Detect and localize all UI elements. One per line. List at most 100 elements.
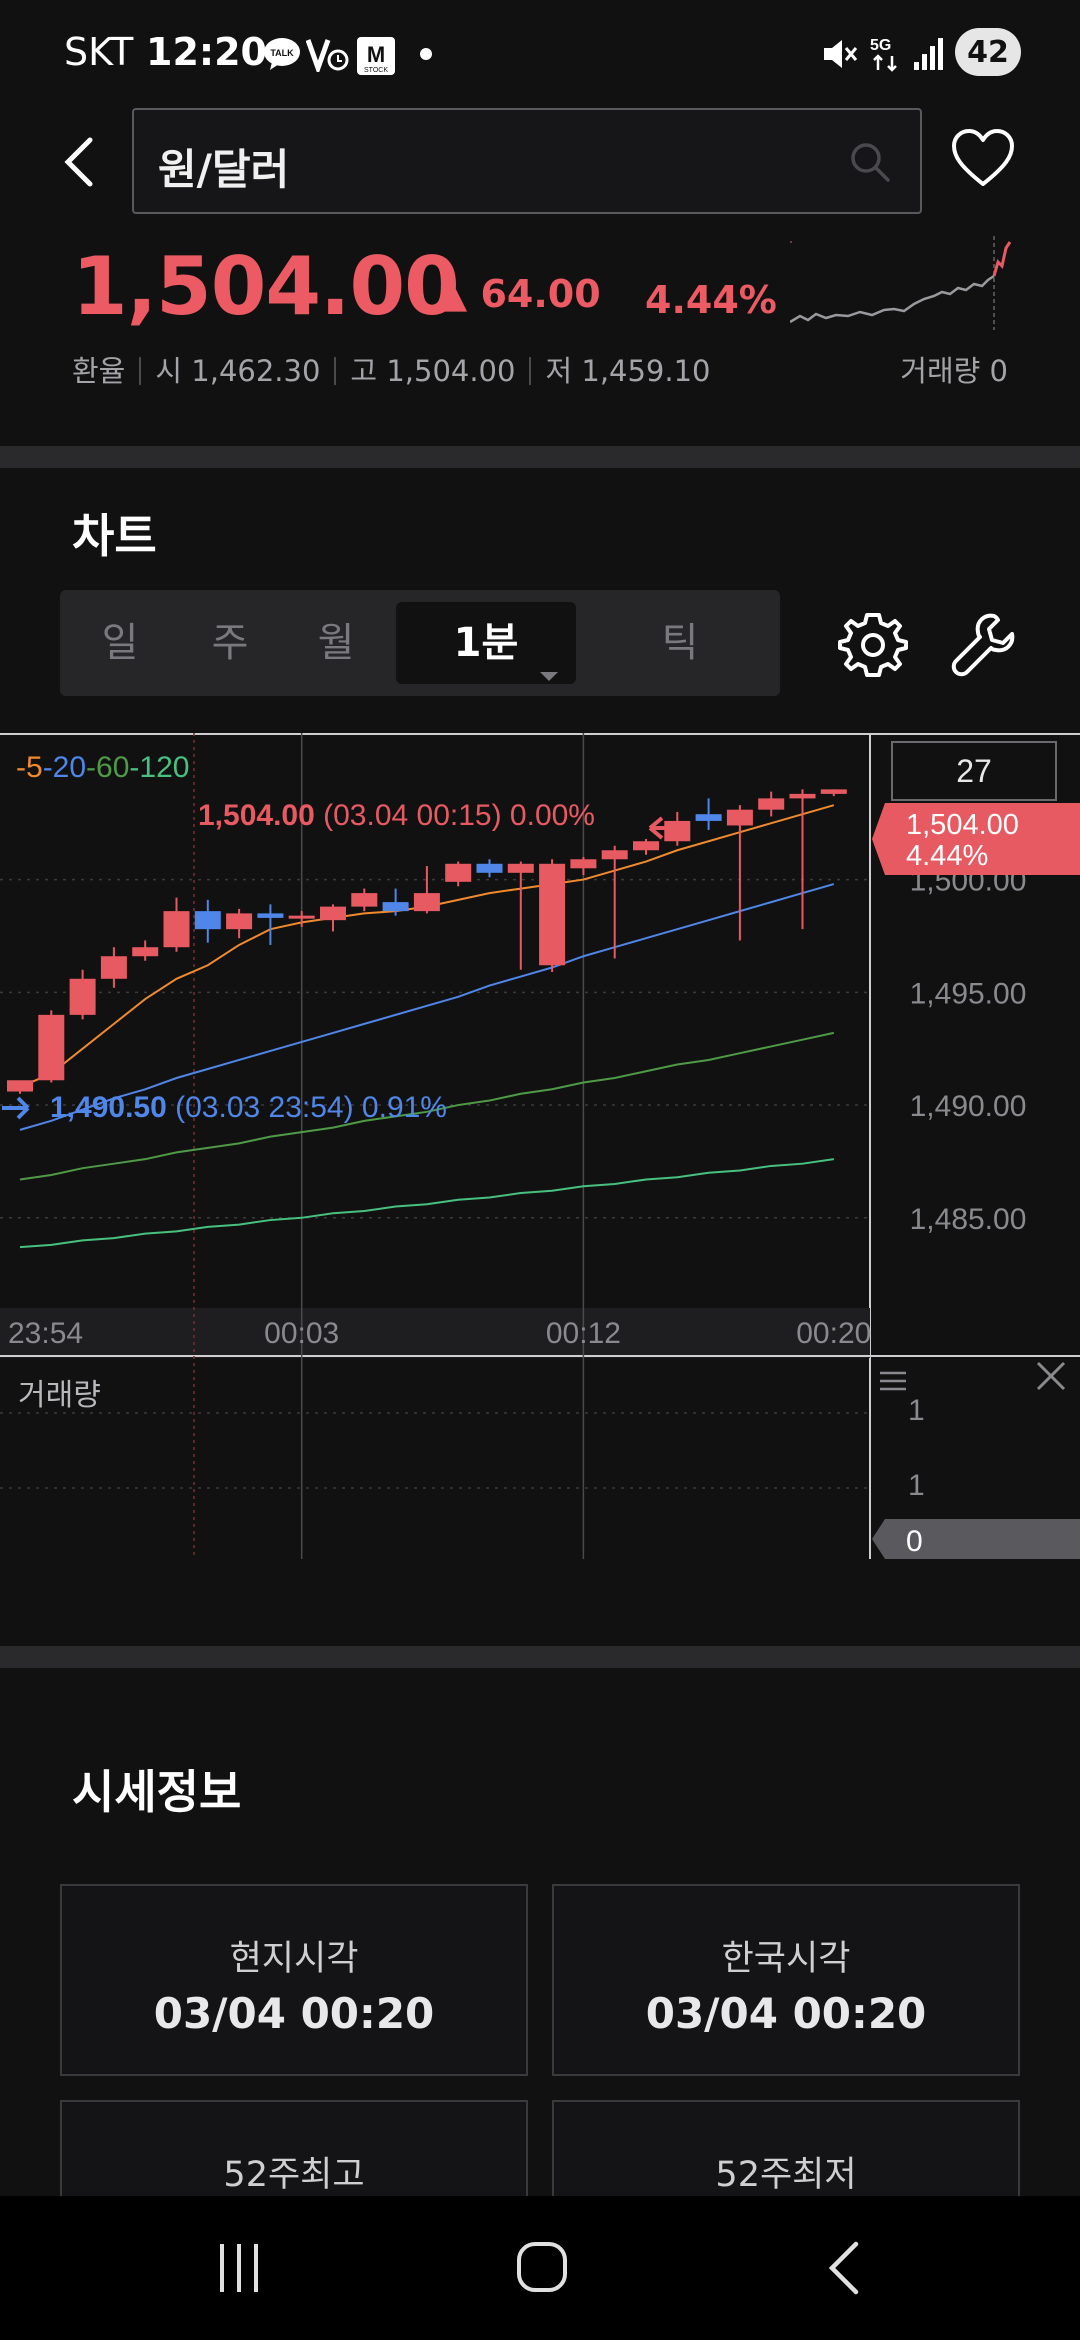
chart-tools-button[interactable] xyxy=(948,610,1018,680)
candle-body xyxy=(413,893,440,912)
wrench-icon xyxy=(951,613,1015,677)
candle-body xyxy=(445,863,472,882)
recent-apps-icon xyxy=(220,2244,258,2292)
stock-app-notification-icon xyxy=(305,36,349,76)
candle-body xyxy=(163,911,190,948)
chart-settings-button[interactable] xyxy=(838,610,908,680)
y-tick-label: 1,490.00 xyxy=(910,1090,1027,1123)
volume-panel-label: 거래량 xyxy=(18,1379,101,1412)
search-query-text: 원/달러 xyxy=(158,145,290,194)
candle-body xyxy=(789,793,816,799)
x-tick-label: 00:20 xyxy=(796,1317,871,1350)
section-divider xyxy=(0,1646,1080,1668)
low-price: 저 1,459.10 xyxy=(545,354,711,388)
candle-body xyxy=(570,859,597,869)
favorite-button[interactable] xyxy=(950,128,1016,190)
battery-indicator: 42 xyxy=(955,28,1021,76)
recent-apps-button[interactable] xyxy=(214,2240,264,2300)
candle-body xyxy=(476,863,503,873)
home-icon xyxy=(517,2242,567,2292)
chart-section-title: 차트 xyxy=(72,509,157,563)
candle-body xyxy=(320,906,346,921)
candle-body xyxy=(132,947,159,957)
talk-notification-icon: TALK xyxy=(262,36,302,72)
candle-body xyxy=(69,978,96,1015)
status-bar: SKT 12:20 TALK M STOCK 5G 42 xyxy=(0,0,1080,108)
x-tick-label: 00:03 xyxy=(264,1317,339,1350)
x-tick-label: 00:12 xyxy=(546,1317,621,1350)
search-input[interactable]: 원/달러 xyxy=(132,108,922,214)
clock: 12:20 xyxy=(146,30,267,74)
system-back-button[interactable] xyxy=(824,2240,864,2300)
candle-body xyxy=(7,1080,33,1092)
open-price: 시 1,462.30 xyxy=(155,354,321,388)
tab-day[interactable]: 일 xyxy=(60,590,180,696)
more-notifications-dot xyxy=(420,48,432,60)
candle-body xyxy=(288,915,315,919)
card-value: 03/04 00:20 xyxy=(645,1989,927,2038)
korea-time-card: 한국시각 03/04 00:20 xyxy=(552,1884,1020,2076)
mstock-notification-icon: M STOCK xyxy=(356,36,396,75)
quote-details: 환율 시 1,462.30 고 1,504.00 저 1,459.10 xyxy=(72,348,711,390)
svg-text:M: M xyxy=(367,42,385,67)
visible-count-value: 27 xyxy=(956,753,992,789)
candle-body xyxy=(382,902,409,912)
tab-month[interactable]: 월 xyxy=(276,590,396,696)
candlestick-chart[interactable]: 27 1,500.00 1,495.00 1,490.00 1,485.00 23:54… xyxy=(0,733,1080,1563)
price-change: ▲ 64.00 xyxy=(438,272,601,316)
svg-text:STOCK: STOCK xyxy=(364,67,388,74)
candle-body xyxy=(257,913,284,918)
home-button[interactable] xyxy=(515,2240,569,2298)
candle-body xyxy=(507,863,534,873)
high-price: 고 1,504.00 xyxy=(350,354,516,388)
candle-body xyxy=(100,956,127,979)
tab-tick[interactable]: 틱 xyxy=(620,590,740,696)
candle-body xyxy=(758,798,785,810)
card-label: 현지시각 xyxy=(229,1939,359,1979)
svg-text:TALK: TALK xyxy=(270,48,294,58)
5g-signal-icon: 5G xyxy=(868,34,908,78)
y-tick-label: 1,485.00 xyxy=(910,1203,1027,1236)
section-divider xyxy=(0,446,1080,468)
intraday-sparkline xyxy=(790,236,1012,330)
chevron-left-icon xyxy=(64,137,93,187)
candle-body xyxy=(726,809,753,826)
card-label: 한국시각 xyxy=(721,1939,851,1979)
tab-dropdown-caret[interactable] xyxy=(540,672,558,681)
candle-body xyxy=(633,841,659,851)
volume-tag-value: 0 xyxy=(906,1525,923,1558)
local-time-card: 현지시각 03/04 00:20 xyxy=(60,1884,528,2076)
chart-period-tabs: 일 주 월 1분 틱 xyxy=(60,590,780,696)
candle-body xyxy=(38,1014,65,1081)
ma-legend: -5-20-60-120 xyxy=(16,751,189,784)
svg-text:5G: 5G xyxy=(870,37,891,54)
price-tag-percent: 4.44% xyxy=(906,840,988,872)
x-tick-label: 23:54 xyxy=(8,1317,83,1350)
heart-icon xyxy=(952,129,1014,186)
price-change-percent: 4.44% xyxy=(645,278,777,322)
current-price: 1,504.00 xyxy=(72,240,460,333)
card-label: 52주최저 xyxy=(715,2155,857,2195)
candle-body xyxy=(226,913,253,930)
tab-week[interactable]: 주 xyxy=(170,590,290,696)
carrier-label: SKT xyxy=(64,30,134,74)
back-button[interactable] xyxy=(52,130,108,194)
candle-body xyxy=(695,814,722,821)
volume-tick-1: 1 xyxy=(908,1394,925,1427)
chevron-left-icon xyxy=(828,2241,859,2295)
card-label: 52주최고 xyxy=(223,2155,365,2195)
low-annotation: 1,490.50 (03.03 23:54) 0.91% xyxy=(50,1091,447,1124)
y-tick-label: 1,495.00 xyxy=(910,977,1027,1010)
volume-tick-2: 1 xyxy=(908,1469,925,1502)
candle-body xyxy=(539,863,566,966)
mute-icon xyxy=(820,36,858,76)
price-tag: 1,504.00 4.44% xyxy=(872,803,1080,875)
volume-tag: 0 xyxy=(872,1519,1080,1559)
candle-body xyxy=(601,850,628,860)
quote-type-label: 환율 xyxy=(72,354,126,388)
high-annotation: 1,504.00 (03.04 00:15) 0.00% xyxy=(198,799,595,832)
chart-canvas[interactable]: 27 1,500.001,495.001,490.001,485.0023:54… xyxy=(0,733,1080,1563)
price-tag-value: 1,504.00 xyxy=(906,809,1019,841)
search-icon[interactable] xyxy=(848,140,892,184)
candle-body xyxy=(194,911,221,930)
